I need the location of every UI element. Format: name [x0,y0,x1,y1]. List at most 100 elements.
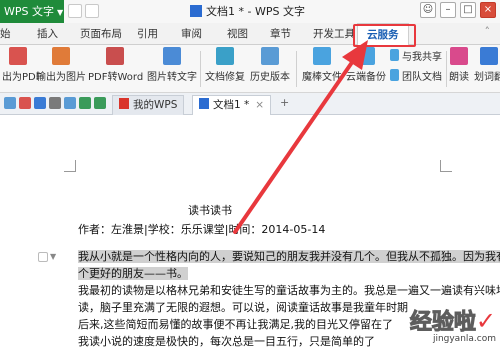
print-icon[interactable] [85,4,99,18]
share-group: 与我共享 团队文档 [390,47,442,83]
close-tab-icon[interactable]: × [255,99,264,111]
ribbon-tabs: 始 插入 页面布局 引用 审阅 视图 章节 开发工具 云服务 ˄ [0,23,500,46]
magic-file-icon [313,47,331,65]
document-meta-line: 作者：左淮景|学校：乐乐课堂|时间：2014-05-14 [78,221,325,237]
paragraph-line: 我最初的读物是以格林兄弟和安徒生写的童话故事为主的。我总是一遍又一遍读有兴味地 [78,284,500,297]
save-icon[interactable] [68,4,82,18]
repair-icon [216,47,234,65]
translate-icon [480,47,498,65]
document-icon [190,5,202,17]
read-aloud-label: 朗读 [449,72,469,83]
app-menu-button[interactable]: WPS 文字 ▼ [0,0,64,23]
tab-document1[interactable]: 文档1 * × [192,95,272,115]
save-icon[interactable] [34,97,46,109]
history-icon [261,47,279,65]
paragraph-handle-icon[interactable] [38,252,48,262]
tab-insert[interactable]: 插入 [37,23,58,45]
paragraph-line: 我读小说的速度是极快的，每次总是一目五行，只是简单的了 [78,335,375,348]
skin-icon[interactable]: ☺ [420,2,436,18]
tab-page-layout[interactable]: 页面布局 [80,23,122,45]
doc-repair-button[interactable]: 文档修复 [204,47,246,83]
ribbon-toolbar: 出为PDF 输出为图片 PDF转Word 图片转文字 文档修复 历史版本 魔棒文… [0,45,500,93]
paragraph-line: 读，脑子里充满了无限的遐想。可以说，阅读童话故事是我童年时期 [78,301,408,314]
window-title-text: 文档1 * - WPS 文字 [206,5,305,18]
image-to-text-icon [163,47,181,65]
chevron-up-icon[interactable]: ˄ [485,25,491,38]
cloud-backup-icon [357,47,375,65]
word-translate-label: 划词翻 [474,72,500,83]
team-docs-button[interactable]: 团队文档 [390,67,442,83]
toolbar-divider [296,51,297,87]
tab-review[interactable]: 审阅 [181,23,202,45]
redo-icon[interactable] [94,97,106,109]
chevron-down-icon: ▼ [57,8,64,17]
image-to-text-button[interactable]: 图片转文字 [146,47,198,83]
watermark-text: 经验啦 [409,310,476,336]
tab-references[interactable]: 引用 [137,23,158,45]
image-export-icon [52,47,70,65]
document-heading: 读书读书 [188,204,232,217]
pdf-icon [9,47,27,65]
title-bar: WPS 文字 ▼ 文档1 * - WPS 文字 ☺ – □ × [0,0,500,23]
crop-mark-top-left [64,160,76,172]
export-image-button[interactable]: 输出为图片 [36,47,86,83]
history-version-button[interactable]: 历史版本 [248,47,292,83]
tab-my-wps[interactable]: 我的WPS [112,95,185,115]
tab-developer[interactable]: 开发工具 [313,23,355,45]
magic-file-button[interactable]: 魔棒文件 [300,47,344,83]
check-icon: ✓ [475,307,496,335]
export-pdf-button[interactable]: 出为PDF [2,47,42,83]
highlight-box [353,24,416,47]
cloud-backup-button[interactable]: 云端备份 [346,47,386,83]
open-icon[interactable] [19,97,31,109]
maximize-icon[interactable]: □ [460,2,476,18]
close-icon[interactable]: × [480,2,496,18]
paragraph-line: 个更好的朋友——书。 [78,265,188,282]
quick-access-icons [68,4,99,18]
export-pdf-label: 出为PDF [2,72,42,83]
tab-chapter[interactable]: 章节 [270,23,291,45]
toolbar-divider [446,51,447,87]
highlighted-text: 个更好的朋友——书。 [78,267,188,280]
document-icon [199,98,209,109]
undo-icon[interactable] [79,97,91,109]
app-menu-label: WPS 文字 [4,5,54,18]
highlighted-text: 我从小就是一个性格内向的人，要说知己的朋友我并没有几个。但我从不孤独。因为我有一 [78,250,500,263]
shared-with-me-label: 与我共享 [402,51,442,63]
cloud-backup-label: 云端备份 [346,72,386,83]
pdf-to-word-icon [106,47,124,65]
shared-with-me-button[interactable]: 与我共享 [390,47,442,63]
read-aloud-icon [450,47,468,65]
share-icon [390,49,399,61]
print-icon[interactable] [64,97,76,109]
word-translate-button[interactable]: 划词翻 [474,47,500,83]
magic-file-label: 魔棒文件 [302,72,342,83]
print-preview-icon[interactable] [49,97,61,109]
paragraph-line: 后来,这些简短而易懂的故事便不再让我满足,我的目光又停留在了 [78,318,393,331]
pdf-to-word-button[interactable]: PDF转Word [88,47,144,83]
pdf-to-word-label: PDF转Word [88,72,144,83]
minimize-icon[interactable]: – [440,2,456,18]
new-icon[interactable] [4,97,16,109]
doc-repair-label: 文档修复 [205,72,245,83]
crop-mark-top-right [440,160,452,172]
tab-home[interactable]: 始 [0,23,11,45]
watermark-url: jingyanla.com [432,334,496,344]
toolbar-divider [200,51,201,87]
window-title: 文档1 * - WPS 文字 [190,0,305,23]
history-version-label: 历史版本 [250,72,290,83]
school-text: 学校：乐乐课堂 [147,223,225,236]
new-tab-icon[interactable]: + [280,96,289,109]
tab-view[interactable]: 视图 [227,23,248,45]
author-text: 作者：左淮景 [78,223,144,236]
export-image-label: 输出为图片 [36,72,86,83]
wps-logo-icon [119,98,129,109]
watermark: 经验啦✓ jingyanla.com [409,304,496,344]
team-icon [390,69,399,81]
tab-document1-label: 文档1 * [213,99,250,111]
read-aloud-button[interactable]: 朗读 [448,47,470,83]
document-tab-row: 我的WPS 文档1 * × + [0,93,500,115]
wps-window: WPS 文字 ▼ 文档1 * - WPS 文字 ☺ – □ × 始 插入 页面布局… [0,0,500,350]
chevron-down-icon[interactable]: ▼ [50,252,60,262]
window-controls: ☺ – □ × [420,2,496,18]
